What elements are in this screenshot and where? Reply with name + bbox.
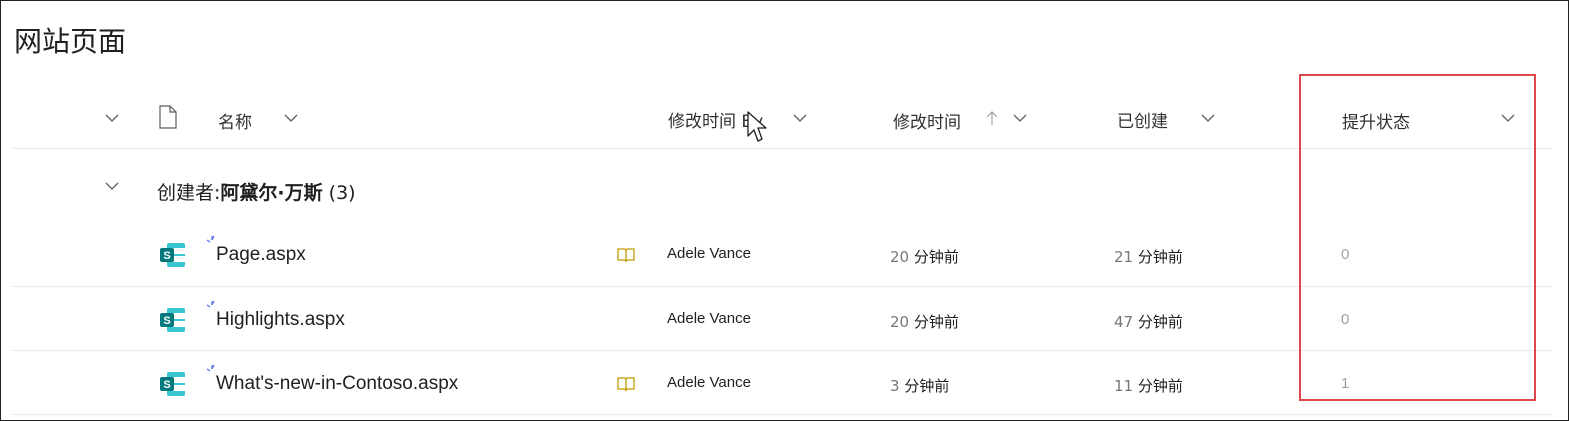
file-name-link[interactable]: Page.aspx: [216, 244, 306, 266]
file-name-link[interactable]: Highlights.aspx: [216, 309, 345, 331]
modified-time: 3 分钟前: [890, 375, 949, 396]
modified-num: 20: [890, 248, 910, 266]
svg-text:S: S: [163, 250, 170, 262]
modified-by-person[interactable]: Adele Vance: [667, 245, 751, 262]
modified-by-chevron-down-icon[interactable]: [792, 110, 808, 126]
file-name-link[interactable]: What's-new-in-Contoso.aspx: [216, 373, 458, 395]
group-author-name: 阿黛尔·万斯: [220, 182, 323, 204]
modified-num: 20: [890, 313, 910, 331]
sharepoint-page-icon: S: [159, 307, 187, 338]
created-time: 21 分钟前: [1114, 246, 1183, 267]
modified-chevron-down-icon[interactable]: [1012, 110, 1028, 126]
created-unit: 分钟前: [1137, 313, 1183, 331]
group-count: (3): [328, 182, 356, 204]
created-num: 21: [1114, 248, 1134, 266]
group-header: 创建者:阿黛尔·万斯 (3): [157, 178, 356, 205]
sharepoint-page-icon: S: [159, 371, 187, 402]
svg-text:S: S: [163, 315, 170, 327]
name-chevron-down-icon[interactable]: [283, 110, 299, 126]
created-num: 11: [1114, 377, 1134, 395]
column-header-modified[interactable]: 修改时间: [893, 108, 961, 133]
created-unit: 分钟前: [1137, 377, 1183, 395]
book-icon: [617, 376, 635, 397]
column-header-name[interactable]: 名称: [218, 108, 252, 133]
created-time: 11 分钟前: [1114, 375, 1183, 396]
created-unit: 分钟前: [1137, 248, 1183, 266]
page-title: 网站页面: [14, 25, 127, 58]
svg-text:S: S: [163, 379, 170, 391]
modified-unit: 分钟前: [913, 313, 959, 331]
modified-time: 20 分钟前: [890, 311, 959, 332]
group-prefix: 创建者:: [157, 182, 221, 204]
promotion-column-highlight: [1299, 74, 1536, 401]
row-divider: [12, 414, 1552, 415]
modified-by-person[interactable]: Adele Vance: [667, 310, 751, 327]
document-icon: [158, 105, 178, 134]
modified-num: 3: [890, 377, 900, 395]
modified-unit: 分钟前: [904, 377, 950, 395]
mouse-cursor-icon: [746, 110, 768, 149]
created-chevron-down-icon[interactable]: [1200, 110, 1216, 126]
column-header-created[interactable]: 已创建: [1117, 107, 1168, 132]
modified-time: 20 分钟前: [890, 246, 959, 267]
book-icon: [617, 247, 635, 268]
modified-unit: 分钟前: [913, 248, 959, 266]
created-time: 47 分钟前: [1114, 311, 1183, 332]
select-all-chevron-icon[interactable]: [104, 110, 120, 126]
created-num: 47: [1114, 313, 1134, 331]
sort-ascending-icon: [985, 110, 999, 131]
group-collapse-chevron-icon[interactable]: [104, 178, 120, 194]
sharepoint-page-icon: S: [159, 242, 187, 273]
modified-by-person[interactable]: Adele Vance: [667, 374, 751, 391]
